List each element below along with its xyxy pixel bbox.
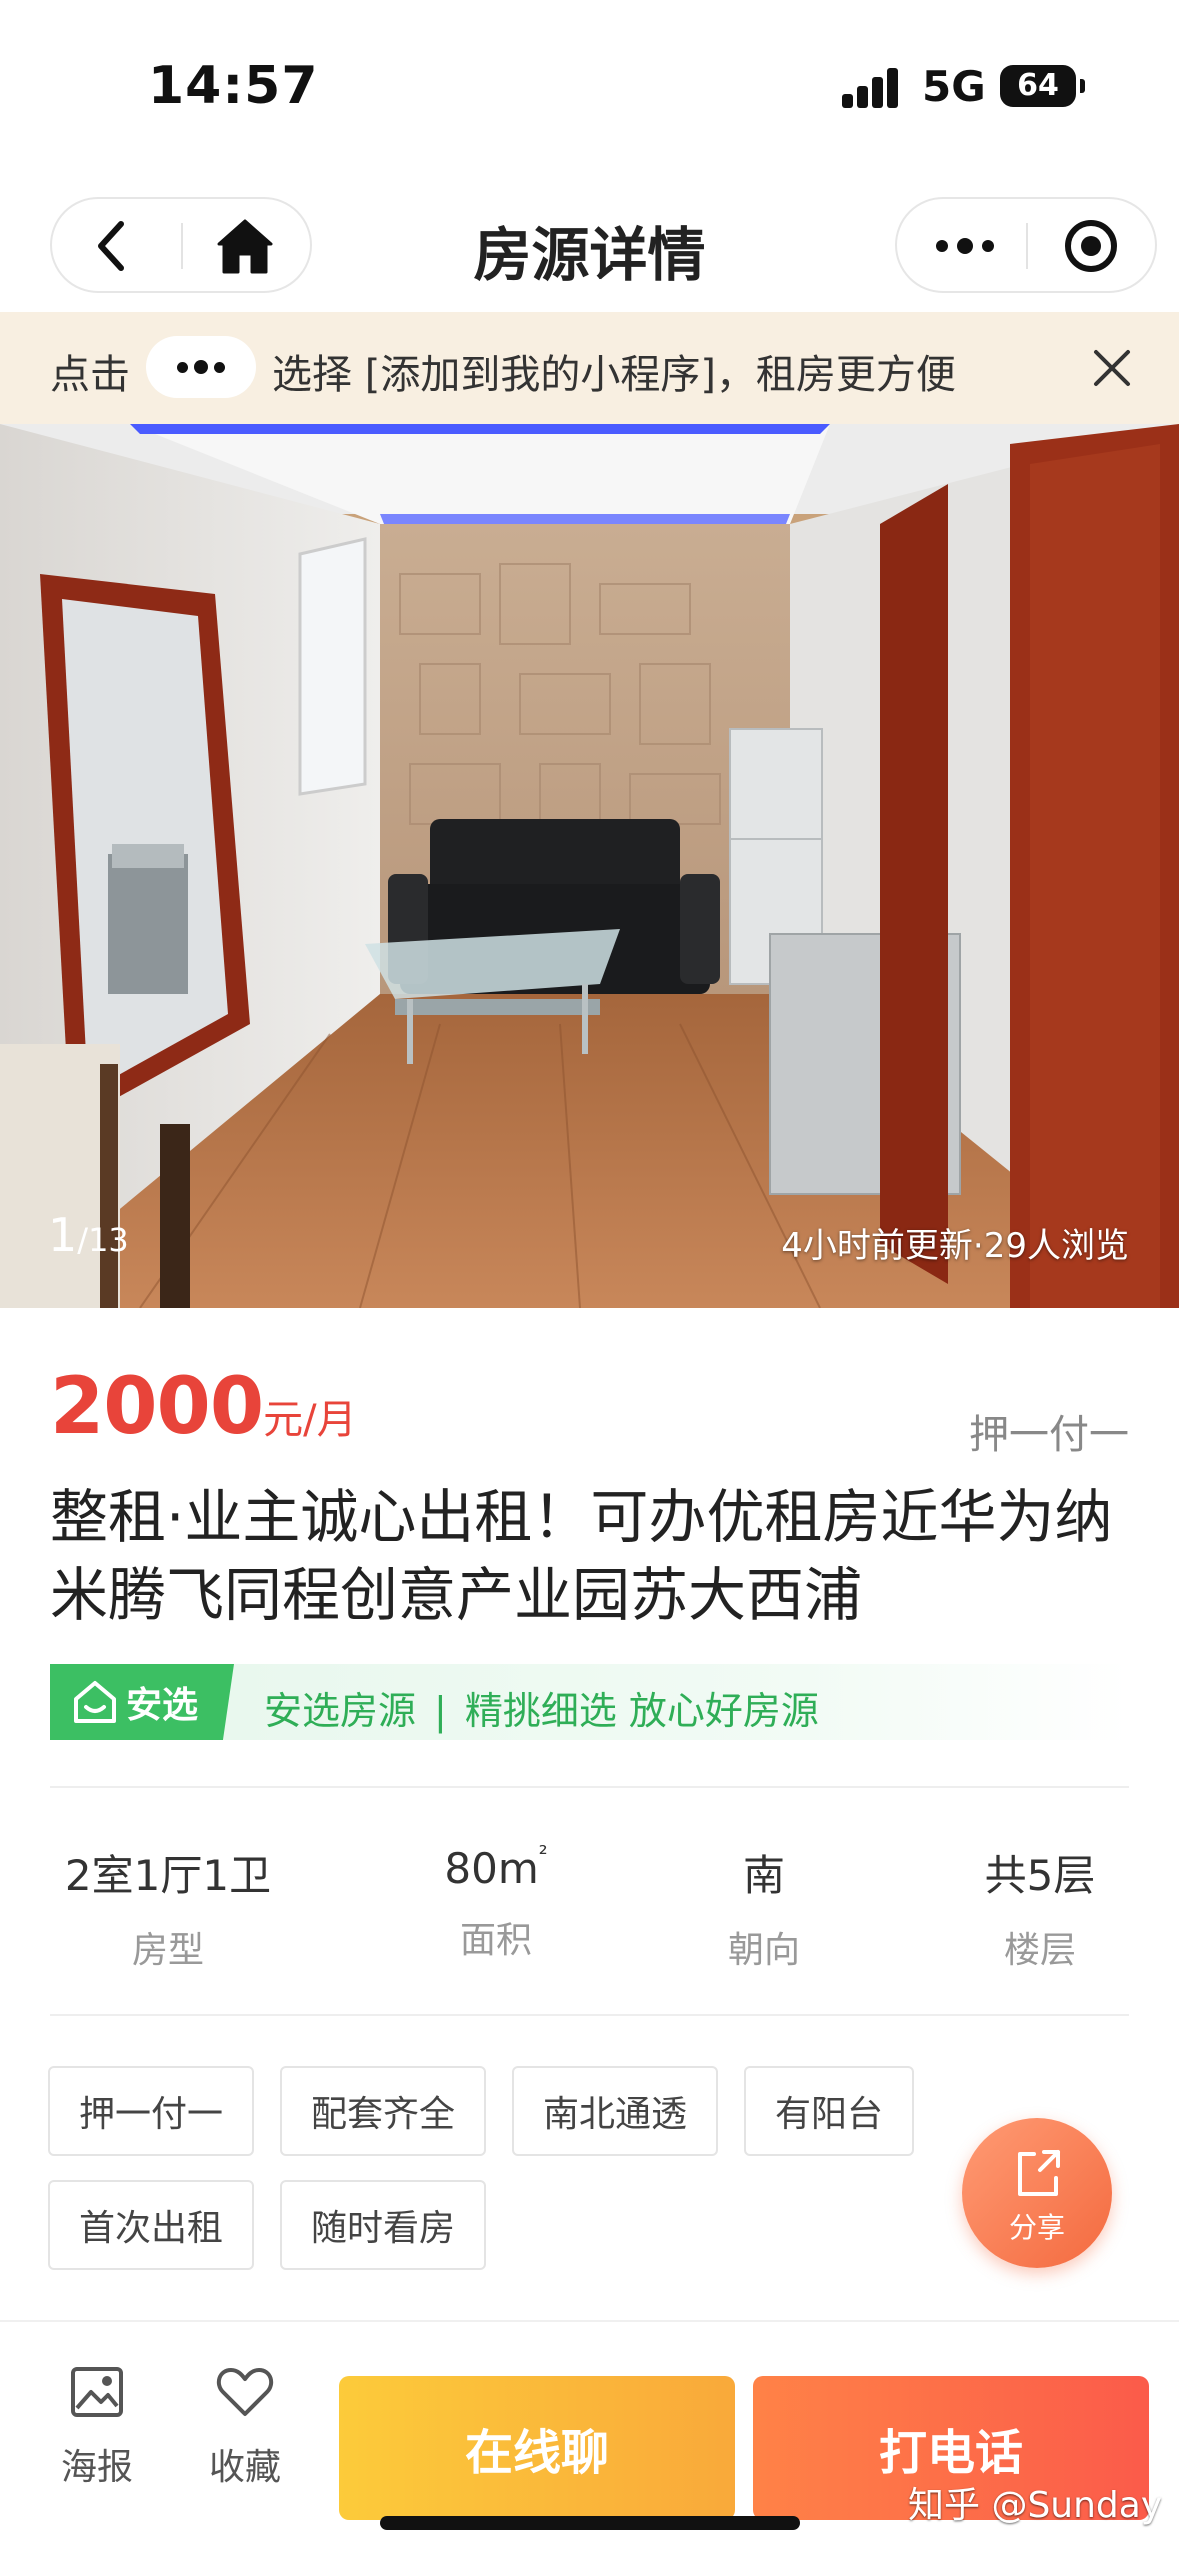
spec-orientation: 南 朝向: [644, 1842, 884, 1973]
anxuan-text-1: 安选房源: [264, 1689, 417, 1733]
banner-suffix: 选择 [添加到我的小程序]，租房更方便: [272, 352, 956, 398]
feature-tag: 随时看房: [280, 2180, 486, 2270]
battery-tip: [1080, 79, 1085, 93]
spec-floor: 共5层 楼层: [920, 1842, 1160, 1973]
dot-icon: [214, 361, 225, 373]
poster-button[interactable]: 海报: [42, 2364, 152, 2490]
photo-counter: 1/13: [48, 1208, 129, 1262]
spec-label: 朝向: [727, 1930, 800, 1971]
photo-meta: 4小时前更新·29人浏览: [781, 1226, 1129, 1266]
signal-icon: [842, 68, 900, 108]
feature-tag: 首次出租: [48, 2180, 254, 2270]
spec-area: 80m² 面积: [376, 1842, 616, 1963]
share-label: 分享: [1008, 2211, 1065, 2244]
chat-online-button[interactable]: 在线聊: [339, 2376, 735, 2520]
spec-area-unit-sup: ²: [538, 1842, 548, 1867]
share-icon: [1018, 2150, 1060, 2196]
nav-capsule-right: [895, 197, 1157, 293]
more-dots-icon: [936, 238, 994, 254]
spec-value: 南: [742, 1851, 785, 1900]
spec-value: 80m²: [376, 1842, 616, 1893]
listing-title: 整租·业主诚心出租！可办优租房近华为纳米腾飞同程创意产业园苏大西浦: [50, 1483, 1113, 1629]
spec-label: 房型: [131, 1930, 204, 1971]
feature-tag: 有阳台: [744, 2066, 914, 2156]
spec-value: 2室1厅1卫: [64, 1851, 272, 1900]
room-photo-illustration: [0, 424, 1179, 1308]
banner-prefix: 点击: [50, 352, 130, 398]
house-smile-icon: [74, 1681, 116, 1723]
poster-label: 海报: [60, 2447, 133, 2488]
favorite-label: 收藏: [208, 2447, 281, 2488]
price-unit: 元/月: [263, 1397, 357, 1443]
spec-value: 共5层: [984, 1851, 1096, 1900]
close-miniprogram-button[interactable]: [1043, 213, 1139, 279]
banner-dots-pill: [146, 336, 256, 398]
more-button[interactable]: [917, 213, 1013, 279]
section-divider: [50, 1786, 1129, 1788]
spec-layout: 2室1厅1卫 房型: [48, 1842, 288, 1973]
banner-close-button[interactable]: [1088, 340, 1136, 396]
status-bar: 14:57 5G 64: [0, 0, 1179, 160]
battery-icon: 64: [1000, 65, 1076, 107]
anxuan-text-2: 精挑细选 放心好房源: [464, 1689, 819, 1733]
share-button[interactable]: 分享: [962, 2118, 1112, 2268]
image-icon: [71, 2367, 123, 2417]
network-label: 5G: [922, 62, 986, 111]
listing-photo[interactable]: [0, 424, 1179, 1308]
home-indicator[interactable]: [380, 2516, 800, 2530]
section-divider: [50, 2014, 1129, 2016]
status-time: 14:57: [148, 56, 319, 116]
watermark-text: 知乎 @Sunday: [908, 2485, 1163, 2526]
spec-label: 楼层: [1003, 1930, 1076, 1971]
photo-counter-current: 1: [48, 1208, 78, 1262]
nav-bar: 房源详情: [0, 190, 1179, 310]
deposit-terms: 押一付一: [969, 1412, 1129, 1458]
heart-icon: [216, 2368, 274, 2416]
favorite-button[interactable]: 收藏: [190, 2364, 300, 2490]
target-circle-icon: [1065, 220, 1117, 272]
feature-tag: 押一付一: [48, 2066, 254, 2156]
feature-tag: 配套齐全: [280, 2066, 486, 2156]
anxuan-separator: |: [434, 1689, 447, 1733]
photo-counter-total: /13: [77, 1221, 129, 1259]
add-miniprogram-banner: 点击 选择 [添加到我的小程序]，租房更方便: [0, 312, 1179, 424]
anxuan-badge-label: 安选: [126, 1685, 199, 1726]
anxuan-text: 安选房源 | 精挑细选 放心好房源: [264, 1680, 819, 1735]
feature-tag: 南北通透: [512, 2066, 718, 2156]
dot-icon: [177, 361, 188, 373]
rent-price: 2000元/月: [50, 1362, 357, 1452]
close-icon: [1094, 350, 1130, 386]
anxuan-bar[interactable]: 安选 安选房源 | 精挑细选 放心好房源: [50, 1664, 1129, 1740]
spec-area-value: 80m: [444, 1844, 539, 1893]
spec-label: 面积: [459, 1920, 532, 1961]
price-amount: 2000: [50, 1362, 264, 1452]
capsule-divider: [1026, 223, 1028, 269]
anxuan-badge: 安选: [50, 1664, 234, 1740]
dot-icon: [194, 360, 208, 374]
